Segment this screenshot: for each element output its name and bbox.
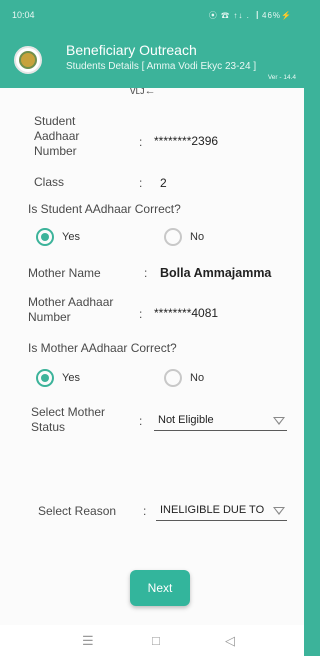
status-icons: ⦿ ☎ ↑↓ .▕ 46%⚡ <box>208 11 292 20</box>
mother-aadhaar-label: Mother Aadhaar Number <box>28 295 114 324</box>
student-aadhaar-question: Is Student AAdhaar Correct? <box>28 202 181 216</box>
next-button[interactable]: Next <box>130 570 190 606</box>
student-yes-label: Yes <box>62 231 80 243</box>
dropdown-arrow-icon <box>273 507 285 515</box>
home-icon[interactable]: □ <box>152 633 160 648</box>
student-aadhaar-value: ********2396 <box>154 134 219 148</box>
reason-label: Select Reason <box>38 504 117 518</box>
form-card: ᴠʟᴊ← Student Aadhaar Number : ********23… <box>0 88 304 625</box>
radio-unselected-icon <box>164 369 182 387</box>
status-bar: 10:04 ⦿ ☎ ↑↓ .▕ 46%⚡ <box>0 0 304 30</box>
status-time: 10:04 <box>12 10 35 20</box>
radio-selected-icon <box>36 369 54 387</box>
dropdown-arrow-icon <box>273 417 285 425</box>
class-colon: : <box>139 176 143 190</box>
mother-yes-radio[interactable]: Yes <box>36 369 80 387</box>
class-label: Class <box>34 175 65 189</box>
reason-select[interactable]: INELIGIBLE DUE TO <box>156 501 287 521</box>
student-no-label: No <box>190 231 205 243</box>
back-icon[interactable]: ◁ <box>225 633 235 649</box>
app-bar: Beneficiary Outreach Students Details [ … <box>0 30 304 88</box>
mother-yes-label: Yes <box>62 372 80 384</box>
student-no-radio[interactable]: No <box>164 228 204 246</box>
mother-name-value: Bolla Ammajamma <box>160 266 272 280</box>
mother-aadhaar-value: ********4081 <box>154 306 219 320</box>
mother-aadhaar-question: Is Mother AAdhaar Correct? <box>28 341 177 355</box>
mother-no-label: No <box>190 372 205 384</box>
system-nav-bar: ☰ □ ◁ <box>0 625 304 656</box>
reason-colon: : <box>143 504 147 518</box>
radio-unselected-icon <box>164 228 182 246</box>
app-subtitle: Students Details [ Amma Vodi Ekyc 23-24 … <box>66 61 257 72</box>
mother-name-label: Mother Name <box>28 266 101 280</box>
mother-status-colon: : <box>139 414 143 428</box>
mother-name-colon: : <box>144 266 148 280</box>
partial-top-text: ᴠʟᴊ← <box>130 88 156 97</box>
app-title: Beneficiary Outreach <box>66 42 197 58</box>
student-aadhaar-colon: : <box>139 135 143 149</box>
app-version: Ver - 14.4 <box>267 74 296 81</box>
student-aadhaar-label: Student Aadhaar Number <box>34 114 80 158</box>
mother-status-label: Select Mother Status <box>31 405 106 434</box>
radio-selected-icon <box>36 228 54 246</box>
mother-aadhaar-colon: : <box>139 307 143 321</box>
mother-status-select[interactable]: Not Eligible <box>154 411 287 431</box>
recent-apps-icon[interactable]: ☰ <box>82 633 94 649</box>
mother-status-value: Not Eligible <box>158 414 214 426</box>
mother-no-radio[interactable]: No <box>164 369 204 387</box>
reason-value: INELIGIBLE DUE TO <box>160 504 265 516</box>
app-logo-icon <box>14 46 42 74</box>
student-yes-radio[interactable]: Yes <box>36 228 80 246</box>
class-value: 2 <box>160 176 167 190</box>
